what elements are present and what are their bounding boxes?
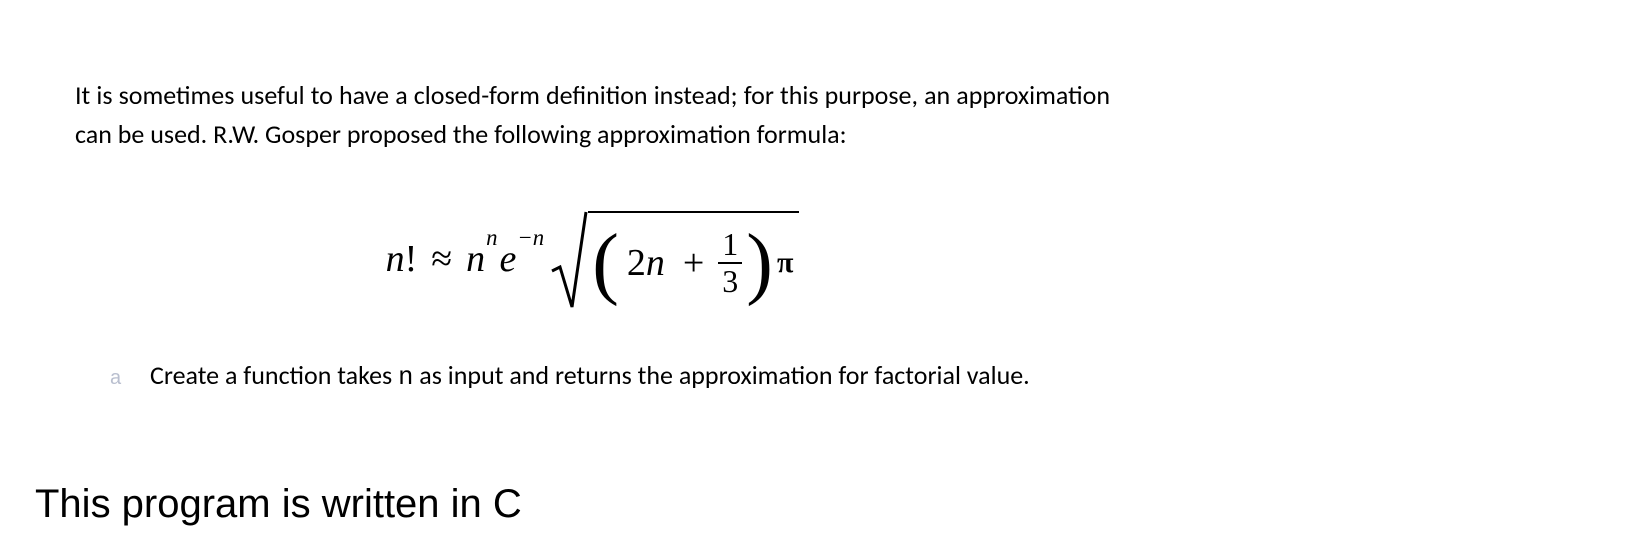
radicand: ( 2n + 1 3 ) π — [588, 211, 799, 309]
formula-container: n! ≈ nne−n ( 2n + 1 3 ) π — [75, 209, 1110, 309]
frac-den: 3 — [718, 262, 742, 299]
n-exp: n — [486, 225, 497, 251]
lhs-n: n — [386, 237, 405, 281]
radical-icon — [550, 209, 588, 309]
e-exp: −n — [517, 225, 544, 251]
task-marker: a — [110, 367, 150, 390]
approx-sign: ≈ — [431, 237, 452, 281]
one-third: 1 3 — [718, 227, 742, 299]
task-text: Create a function takes n as input and r… — [150, 359, 1030, 392]
lhs-fact: ! — [405, 237, 418, 281]
task-code-n: n — [398, 363, 413, 392]
document-content: It is sometimes useful to have a closed-… — [0, 0, 1628, 527]
sqrt: ( 2n + 1 3 ) π — [550, 209, 799, 309]
intro-paragraph: It is sometimes useful to have a closed-… — [75, 76, 1110, 154]
gosper-formula: n! ≈ nne−n ( 2n + 1 3 ) π — [386, 209, 800, 309]
frac-num: 1 — [718, 227, 742, 262]
task-item: a Create a function takes n as input and… — [75, 359, 1150, 392]
task-prefix: Create a function takes — [150, 359, 398, 391]
pi-symbol: π — [777, 246, 793, 280]
e-base: e — [500, 237, 517, 281]
two-n: 2n — [627, 241, 665, 285]
rparen: ) — [746, 223, 773, 303]
language-note: This program is written in C — [35, 482, 1553, 527]
plus-sign: + — [683, 241, 704, 285]
task-suffix: as input and returns the approximation f… — [413, 359, 1029, 391]
lparen: ( — [592, 223, 619, 303]
n-base: n — [466, 237, 485, 281]
